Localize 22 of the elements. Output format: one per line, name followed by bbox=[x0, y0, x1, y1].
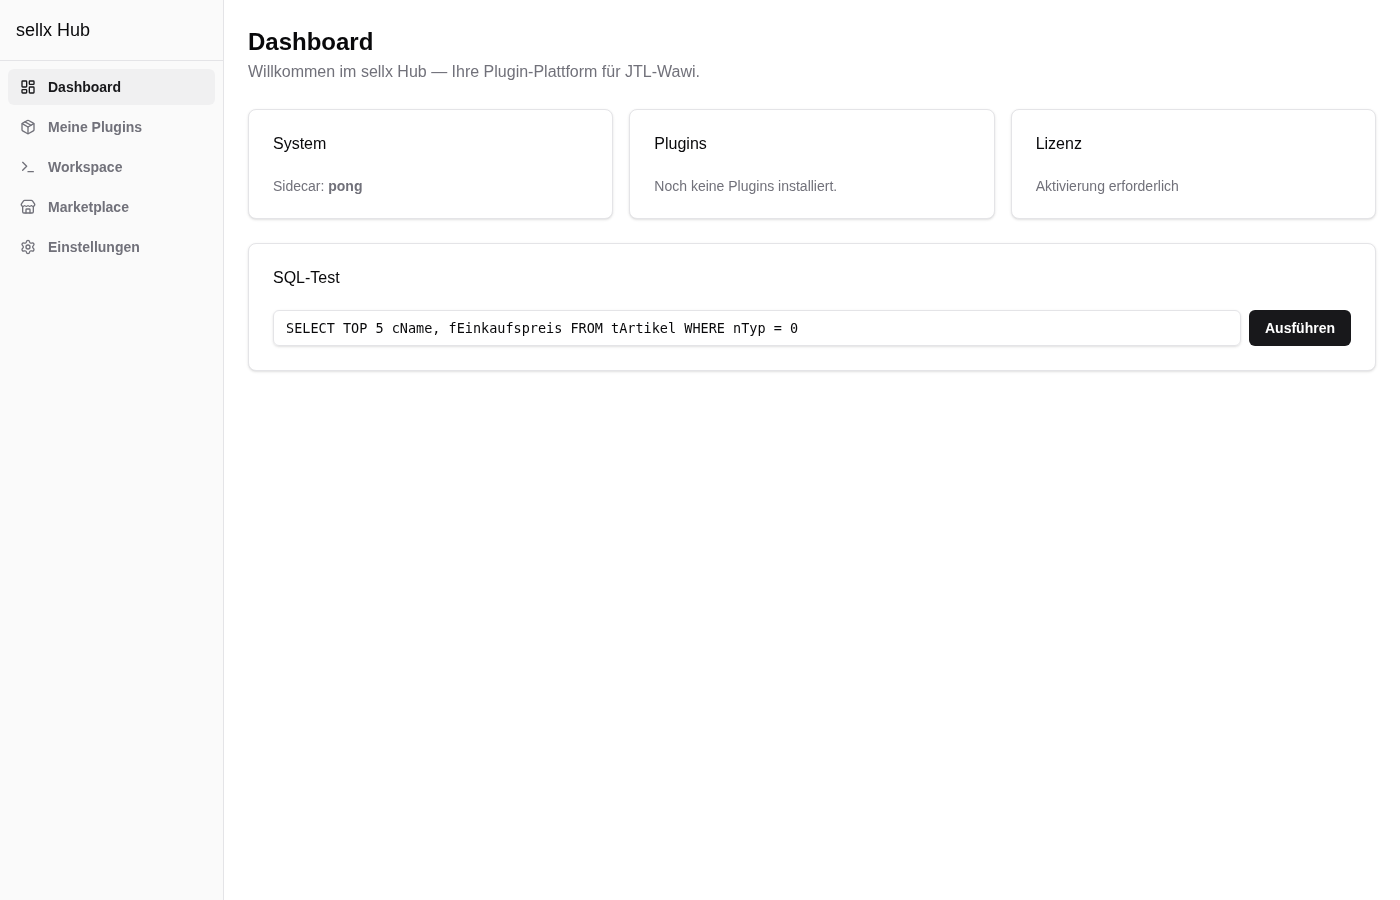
box-icon bbox=[20, 119, 36, 135]
sidebar-nav-item[interactable]: Einstellungen bbox=[8, 229, 215, 265]
card-title: Plugins bbox=[654, 134, 708, 154]
terminal-prompt-icon bbox=[20, 159, 36, 175]
card-text: Sidecar: pong bbox=[273, 177, 364, 196]
dashboard-grid-icon bbox=[20, 79, 36, 95]
page-subtitle: Willkommen im sellx Hub — Ihre Plugin-Plattform für JTL-Wawi. bbox=[248, 62, 701, 82]
app-title: sellx Hub bbox=[16, 18, 91, 42]
sidebar-nav-item[interactable]: Dashboard bbox=[8, 69, 215, 105]
sidebar-nav-item[interactable]: Marketplace bbox=[8, 189, 215, 225]
card-text: Aktivierung erforderlich bbox=[1035, 177, 1180, 196]
page-title: Dashboard bbox=[248, 27, 375, 57]
run-button[interactable]: Ausführen bbox=[1249, 310, 1351, 346]
card-text: Noch keine Plugins installiert. bbox=[654, 177, 839, 196]
card-title: SQL-Test bbox=[273, 268, 341, 288]
settings-icon bbox=[20, 239, 36, 255]
card-title: Lizenz bbox=[1035, 134, 1083, 154]
card-title: System bbox=[273, 134, 328, 154]
sidebar-nav-item[interactable]: Workspace bbox=[8, 149, 215, 185]
sql-query-input-field[interactable]: SELECT TOP 5 cName, fEinkaufspreis FROM tArtikel WHERE nTyp = 0 bbox=[273, 310, 1241, 346]
storefront-icon bbox=[20, 199, 36, 215]
sidebar-nav-item[interactable]: Meine Plugins bbox=[8, 109, 215, 145]
